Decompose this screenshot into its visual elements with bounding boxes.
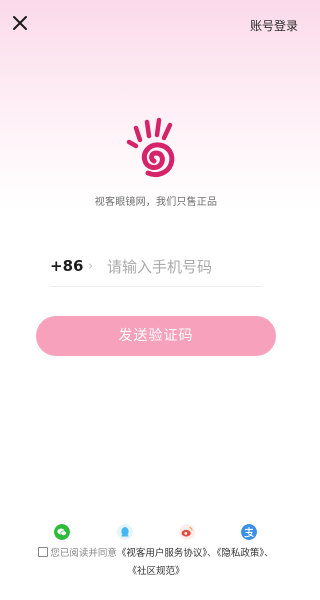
send-code-button[interactable]: 发送验证码 [36, 316, 276, 356]
community-rules-link[interactable]: 《社区规范》 [127, 566, 184, 577]
wechat-icon[interactable] [54, 524, 70, 540]
privacy-policy-link[interactable]: 《隐私政策》 [217, 548, 265, 559]
country-code-selector[interactable]: +86 [50, 257, 83, 275]
phone-input[interactable] [107, 252, 257, 282]
brand-slogan: 视客眼镜网，我们只售正品 [94, 197, 218, 208]
weibo-icon[interactable] [179, 524, 195, 540]
agree-checkbox[interactable] [38, 547, 49, 557]
account-login-link[interactable]: 账号登录 [250, 17, 298, 34]
user-agreement-link[interactable]: 《视客用户服务协议》 [117, 548, 207, 559]
agreement-prefix: 您已阅读并同意 [50, 548, 117, 559]
agreement-separator: 、 [207, 548, 217, 559]
chevron-right-icon: › [88, 259, 94, 274]
alipay-icon[interactable] [241, 524, 257, 540]
close-icon[interactable] [10, 12, 30, 34]
agreement-text: 您已阅读并同意《视客用户服务协议》、《隐私政策》、 《社区规范》 [0, 545, 312, 581]
qq-icon[interactable] [117, 524, 133, 540]
agreement-separator: 、 [264, 548, 274, 559]
logo [126, 117, 175, 178]
phone-input-row: +86 › [50, 252, 262, 287]
